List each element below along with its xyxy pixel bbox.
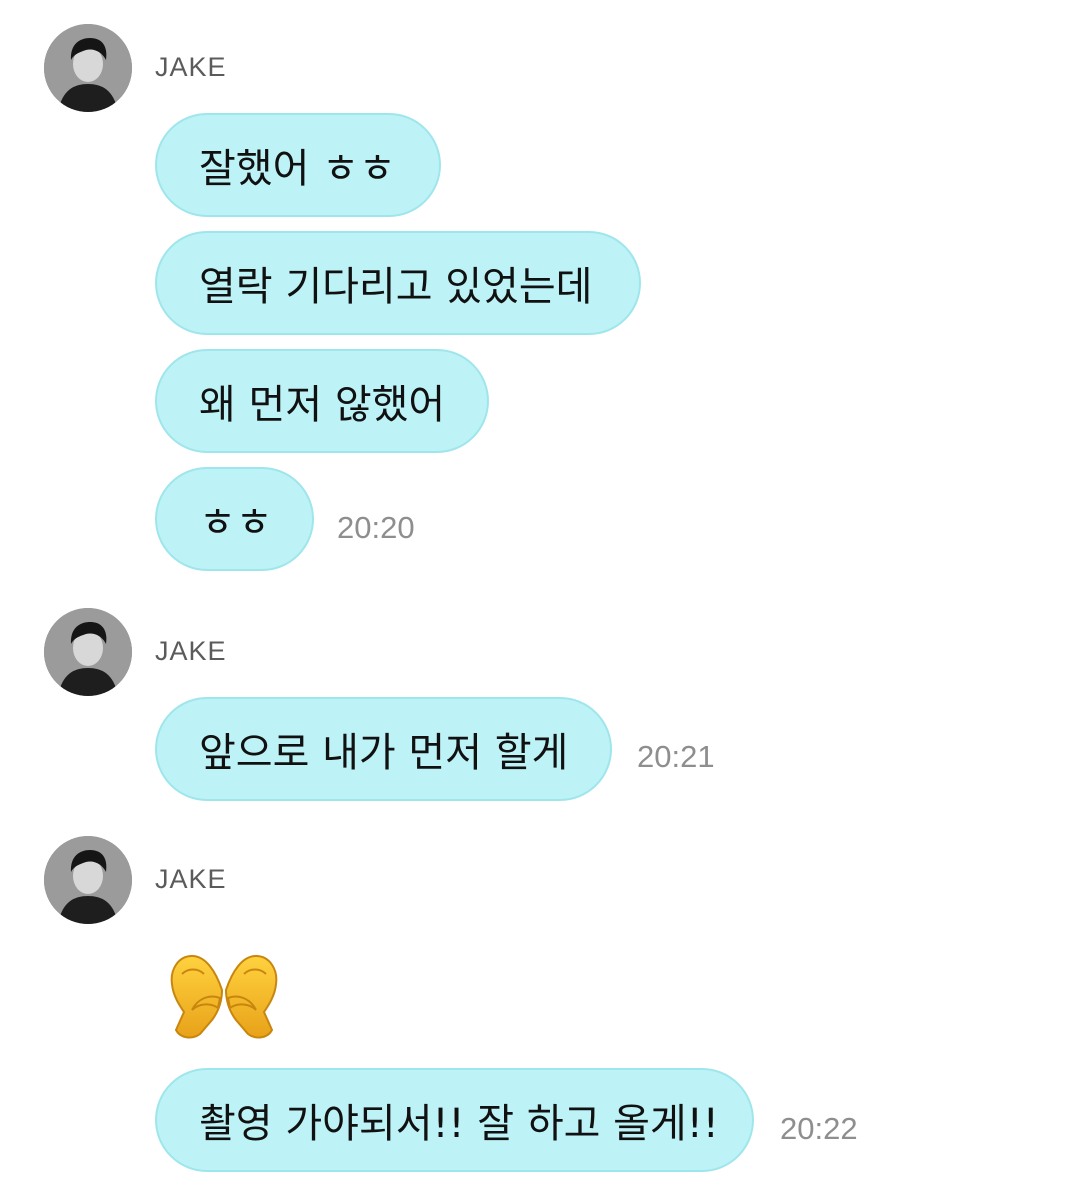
avatar[interactable] [44, 608, 132, 696]
message-bubble[interactable]: 열락 기다리고 있었는데 [155, 231, 641, 335]
message-bubble[interactable]: 왜 먼저 않했어 [155, 349, 489, 453]
profile-photo-icon [44, 608, 132, 696]
message-bubble[interactable]: 앞으로 내가 먼저 할게 [155, 697, 612, 801]
avatar[interactable] [44, 24, 132, 112]
timestamp: 20:22 [780, 1111, 858, 1146]
avatar[interactable] [44, 836, 132, 924]
profile-photo-icon [44, 836, 132, 924]
message-bubble[interactable]: 촬영 가야되서!! 잘 하고 올게!! [155, 1068, 754, 1172]
chat-view: JAKE 잘했어 ㅎㅎ 열락 기다리고 있었는데 왜 먼저 않했어 ㅎㅎ 20:… [0, 0, 1073, 1200]
heart-hands-icon[interactable] [158, 950, 290, 1042]
timestamp: 20:20 [337, 510, 415, 545]
sender-name: JAKE [155, 636, 227, 666]
message-bubble[interactable]: 잘했어 ㅎㅎ [155, 113, 441, 217]
profile-photo-icon [44, 24, 132, 112]
message-bubble[interactable]: ㅎㅎ [155, 467, 314, 571]
sender-name: JAKE [155, 864, 227, 894]
timestamp: 20:21 [637, 739, 715, 774]
sender-name: JAKE [155, 52, 227, 82]
